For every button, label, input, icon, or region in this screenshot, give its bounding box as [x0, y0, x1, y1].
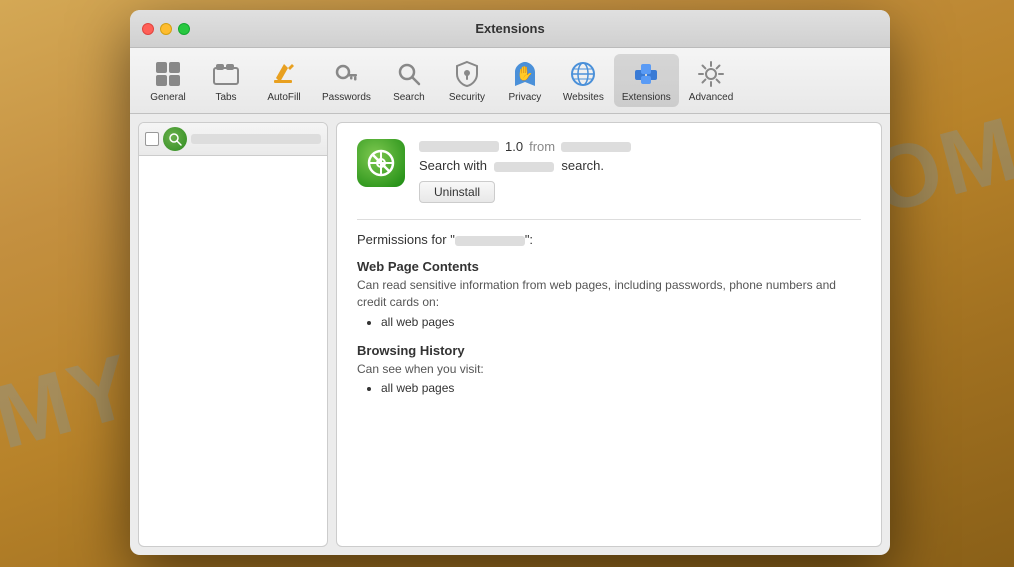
svg-text:✋: ✋ [516, 65, 533, 81]
advanced-label: Advanced [689, 92, 733, 103]
toolbar: General Tabs AutoFill [130, 48, 890, 114]
permission-item-1-0: all web pages [381, 381, 861, 395]
toolbar-item-tabs[interactable]: Tabs [198, 54, 254, 107]
title-bar: Extensions [130, 10, 890, 48]
permission-title-0: Web Page Contents [357, 259, 861, 274]
close-button[interactable] [142, 23, 154, 35]
ext-version: 1.0 [505, 139, 523, 154]
extensions-label: Extensions [622, 92, 671, 103]
websites-label: Websites [563, 92, 604, 103]
traffic-lights [142, 23, 190, 35]
window-title: Extensions [475, 21, 544, 36]
passwords-icon [330, 58, 362, 90]
autofill-icon [268, 58, 300, 90]
websites-icon [567, 58, 599, 90]
autofill-label: AutoFill [267, 92, 300, 103]
permissions-label: Permissions for " ": [357, 232, 861, 247]
toolbar-item-autofill[interactable]: AutoFill [256, 54, 312, 107]
tabs-label: Tabs [215, 92, 236, 103]
extension-header: 1.0 from Search with search. Uninstall [357, 139, 861, 203]
divider [357, 219, 861, 220]
content-area: 1.0 from Search with search. Uninstall P… [130, 114, 890, 555]
general-label: General [150, 92, 186, 103]
sidebar-content [139, 156, 327, 546]
sidebar-checkbox[interactable] [145, 132, 159, 146]
tabs-icon [210, 58, 242, 90]
toolbar-item-general[interactable]: General [140, 54, 196, 107]
search-label: Search [393, 92, 425, 103]
search-icon [393, 58, 425, 90]
uninstall-button[interactable]: Uninstall [419, 181, 495, 203]
security-label: Security [449, 92, 485, 103]
ext-name-placeholder [419, 141, 499, 152]
ext-from-label: from [529, 139, 555, 154]
search-suffix: search. [561, 158, 604, 173]
toolbar-item-advanced[interactable]: Advanced [681, 54, 741, 107]
toolbar-item-websites[interactable]: Websites [555, 54, 612, 107]
main-window: Extensions General T [130, 10, 890, 555]
permission-list-0: all web pages [357, 315, 861, 329]
permission-desc-1: Can see when you visit: [357, 361, 861, 378]
ext-description: Search with search. [419, 158, 861, 173]
search-with-label: Search with [419, 158, 487, 173]
sidebar-extension-icon [163, 127, 187, 151]
extension-info: 1.0 from Search with search. Uninstall [419, 139, 861, 203]
permission-title-1: Browsing History [357, 343, 861, 358]
ext-from-name [561, 142, 631, 152]
permissions-suffix: ": [525, 232, 533, 247]
toolbar-item-extensions[interactable]: Extensions [614, 54, 679, 107]
extensions-icon [630, 58, 662, 90]
privacy-label: Privacy [509, 92, 542, 103]
sidebar-item-name [191, 134, 321, 144]
permission-item-0-0: all web pages [381, 315, 861, 329]
sidebar [138, 122, 328, 547]
toolbar-item-passwords[interactable]: Passwords [314, 54, 379, 107]
sidebar-toolbar [139, 123, 327, 156]
ext-name-row: 1.0 from [419, 139, 861, 154]
permission-list-1: all web pages [357, 381, 861, 395]
main-panel: 1.0 from Search with search. Uninstall P… [336, 122, 882, 547]
general-icon [152, 58, 184, 90]
permissions-prefix: Permissions for " [357, 232, 455, 247]
minimize-button[interactable] [160, 23, 172, 35]
permission-section-1: Browsing History Can see when you visit:… [357, 343, 861, 396]
permission-section-0: Web Page Contents Can read sensitive inf… [357, 259, 861, 329]
security-icon [451, 58, 483, 90]
toolbar-item-privacy[interactable]: ✋ Privacy [497, 54, 553, 107]
privacy-icon: ✋ [509, 58, 541, 90]
toolbar-item-search[interactable]: Search [381, 54, 437, 107]
maximize-button[interactable] [178, 23, 190, 35]
passwords-label: Passwords [322, 92, 371, 103]
permission-desc-0: Can read sensitive information from web … [357, 277, 861, 311]
advanced-icon [695, 58, 727, 90]
toolbar-item-security[interactable]: Security [439, 54, 495, 107]
extension-icon [357, 139, 405, 187]
